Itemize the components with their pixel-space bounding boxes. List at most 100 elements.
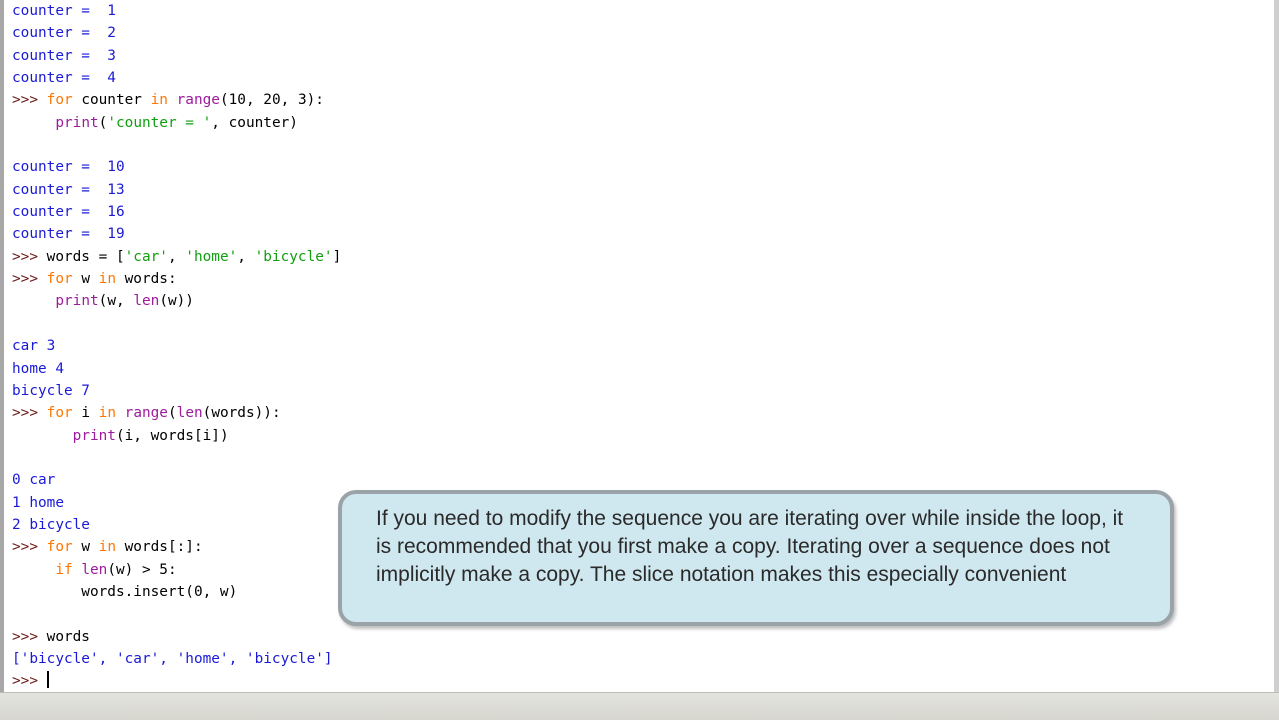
code-token: in [98,539,116,556]
console-line: >>> words = ['car', 'home', 'bicycle'] [12,246,1262,268]
console-line: print(w, len(w)) [12,290,1262,312]
code-token: (10, 20, 3): [219,92,324,109]
console-line: counter = 2 [12,22,1262,44]
code-token: in [150,92,168,109]
shell-prompt: >>> [12,271,47,288]
code-token: (words)): [202,405,281,422]
code-token: car 3 [12,338,56,355]
code-token: for [46,539,73,556]
code-token: 2 bicycle [12,516,90,533]
console-line: >>> for counter in range(10, 20, 3): [12,89,1262,111]
code-token: (w, [98,293,134,310]
console-line: counter = 1 [12,0,1262,22]
code-token: len [133,293,160,310]
console-line: ['bicycle', 'car', 'home', 'bicycle'] [12,648,1262,670]
code-token: counter = 1 [12,3,116,19]
code-token: ] [332,248,342,265]
code-token: bicycle 7 [12,382,90,399]
code-token: range [124,405,168,422]
code-token: in [98,405,116,422]
console-line: counter = 10 [12,156,1262,178]
shell-prompt: >>> [12,92,47,109]
console-line: >>> words [12,626,1262,648]
code-token: len [81,561,108,578]
code-token: counter = 10 [12,159,125,176]
code-token: len [176,405,203,422]
code-token: , [167,248,186,265]
code-token: (w)) [159,293,194,310]
console-line: 0 car [12,469,1262,491]
code-token: in [98,271,116,288]
shell-prompt: >>> [12,248,47,265]
code-token: 1 home [12,494,64,511]
console-line: car 3 [12,335,1262,357]
code-token: , [237,248,255,265]
code-token: range [176,92,220,109]
code-token: (i, words[i]) [115,427,229,444]
code-token: 'counter = ' [107,114,212,131]
code-token: i [72,405,99,422]
code-token: counter = 4 [12,70,116,87]
code-token: counter = 3 [12,47,116,64]
code-token: for [46,405,73,422]
console-line: home 4 [12,358,1262,380]
code-token: (w) > 5: [107,561,177,578]
code-token: counter = 2 [12,25,116,42]
code-token: print [55,293,99,310]
code-token: counter = 16 [12,204,125,221]
console-line: bicycle 7 [12,380,1262,402]
console-line: >>> for w in words: [12,268,1262,290]
code-token: ( [167,405,177,422]
text-cursor [46,671,49,689]
window-left-border [0,0,4,692]
code-token: words: [115,271,177,288]
console-line: counter = 19 [12,223,1262,245]
code-token: ['bicycle', 'car', 'home', 'bicycle'] [12,650,333,667]
callout-text: If you need to modify the sequence you a… [376,507,1124,586]
code-token: print [72,427,116,444]
code-token: counter = 19 [12,226,125,243]
status-bar [0,692,1279,720]
shell-prompt: >>> [12,673,47,690]
code-token: 'bicycle' [254,248,333,265]
python-shell-window: counter = 1 counter = 2 counter = 3 counter… [0,0,1279,720]
code-token: 0 car [12,472,56,489]
console-line: print(i, words[i]) [12,425,1262,447]
shell-prompt: >>> [12,628,47,645]
active-input-line[interactable]: >>> [12,670,1262,692]
scrollbar-track[interactable] [1274,0,1279,692]
code-token: w [72,271,99,288]
code-token: 'car' [124,248,168,265]
console-line: >>> for i in range(len(words)): [12,402,1262,424]
code-token: for [46,92,73,109]
code-token: words = [ [46,248,125,265]
console-line: print('counter = ', counter) [12,112,1262,134]
shell-prompt: >>> [12,405,47,422]
code-token: words[:]: [115,539,203,556]
code-token: , counter) [211,114,298,131]
code-token: if [55,561,73,578]
code-token: for [46,271,73,288]
code-token: counter = 13 [12,181,125,198]
console-line: counter = 3 [12,45,1262,67]
console-line: counter = 13 [12,179,1262,201]
code-token: counter [72,92,151,109]
console-line: counter = 4 [12,67,1262,89]
shell-prompt: >>> [12,539,47,556]
code-token: home 4 [12,360,64,377]
code-token: w [72,539,99,556]
code-token: 'home' [185,248,238,265]
code-token: words.insert(0, w) [12,583,238,600]
code-token: words [46,628,90,645]
tip-callout: If you need to modify the sequence you a… [338,490,1174,626]
code-token: print [55,114,99,131]
